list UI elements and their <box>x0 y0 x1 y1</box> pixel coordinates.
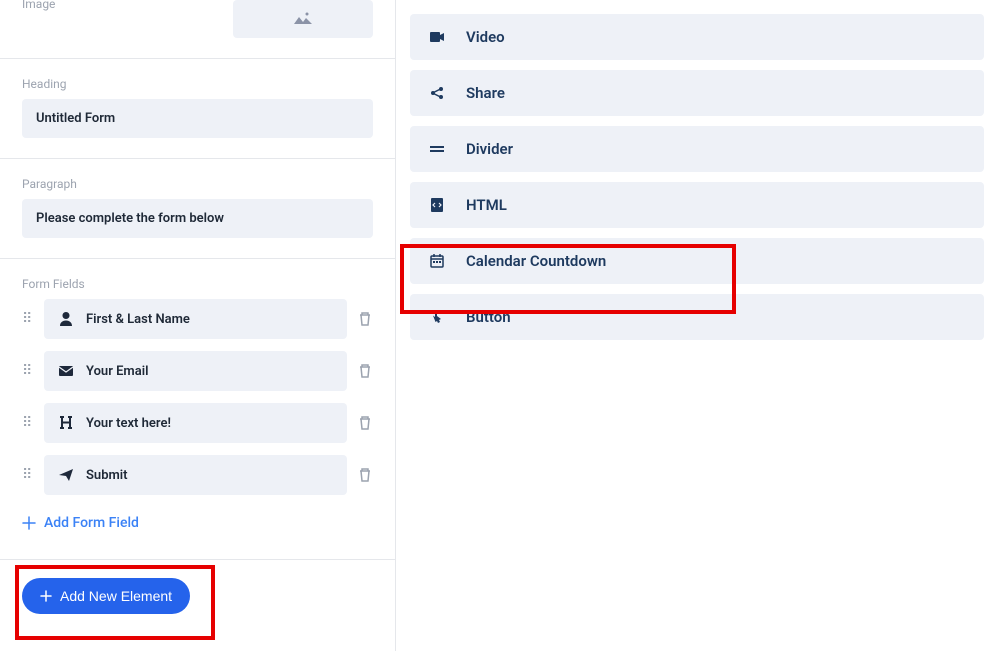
button-icon <box>428 308 446 326</box>
plus-icon <box>40 590 52 602</box>
element-label: Divider <box>466 140 513 158</box>
element-item-html[interactable]: HTML <box>410 182 984 228</box>
element-label: Share <box>466 84 505 102</box>
html-icon <box>428 196 446 214</box>
form-field-label: Your Email <box>86 364 148 379</box>
form-fields-label: Form Fields <box>22 277 373 299</box>
calendar-icon <box>428 252 446 270</box>
add-new-element-label: Add New Element <box>60 588 172 604</box>
drag-handle-icon[interactable]: ⠿ <box>22 315 34 323</box>
element-label: HTML <box>466 196 507 214</box>
heading-section-label: Heading <box>22 59 373 99</box>
form-field-card[interactable]: Your Email <box>44 351 347 391</box>
divider-icon <box>428 140 446 158</box>
form-field-row: ⠿ Your Email <box>22 351 373 391</box>
send-icon <box>58 467 74 483</box>
form-field-row: ⠿ First & Last Name <box>22 299 373 339</box>
add-form-field-label: Add Form Field <box>44 515 139 531</box>
element-item-video[interactable]: Video <box>410 14 984 60</box>
drag-handle-icon[interactable]: ⠿ <box>22 419 34 427</box>
image-placeholder[interactable] <box>233 0 373 38</box>
element-item-divider[interactable]: Divider <box>410 126 984 172</box>
trash-icon[interactable] <box>357 467 373 483</box>
element-item-calendar-countdown[interactable]: Calendar Countdown <box>410 238 984 284</box>
add-form-field-link[interactable]: Add Form Field <box>22 507 373 539</box>
video-icon <box>428 28 446 46</box>
form-field-row: ⠿ Your text here! <box>22 403 373 443</box>
element-item-share[interactable]: Share <box>410 70 984 116</box>
paragraph-section-label: Paragraph <box>22 159 373 199</box>
image-section-label: Image <box>22 0 55 11</box>
plus-icon <box>22 516 36 530</box>
form-field-label: First & Last Name <box>86 312 190 327</box>
heading-icon <box>58 415 74 431</box>
drag-handle-icon[interactable]: ⠿ <box>22 367 34 375</box>
envelope-icon <box>58 363 74 379</box>
drag-handle-icon[interactable]: ⠿ <box>22 471 34 479</box>
image-icon <box>294 12 312 26</box>
form-field-row: ⠿ Submit <box>22 455 373 495</box>
element-item-button[interactable]: Button <box>410 294 984 340</box>
trash-icon[interactable] <box>357 363 373 379</box>
element-label: Button <box>466 308 511 326</box>
trash-icon[interactable] <box>357 311 373 327</box>
form-field-card[interactable]: Your text here! <box>44 403 347 443</box>
share-icon <box>428 84 446 102</box>
trash-icon[interactable] <box>357 415 373 431</box>
form-field-card[interactable]: Submit <box>44 455 347 495</box>
user-icon <box>58 311 74 327</box>
element-label: Calendar Countdown <box>466 252 606 270</box>
form-field-label: Submit <box>86 468 128 483</box>
form-field-card[interactable]: First & Last Name <box>44 299 347 339</box>
heading-input[interactable]: Untitled Form <box>22 99 373 138</box>
paragraph-input[interactable]: Please complete the form below <box>22 199 373 238</box>
form-field-label: Your text here! <box>86 416 171 431</box>
element-label: Video <box>466 28 505 46</box>
add-new-element-button[interactable]: Add New Element <box>22 578 190 614</box>
